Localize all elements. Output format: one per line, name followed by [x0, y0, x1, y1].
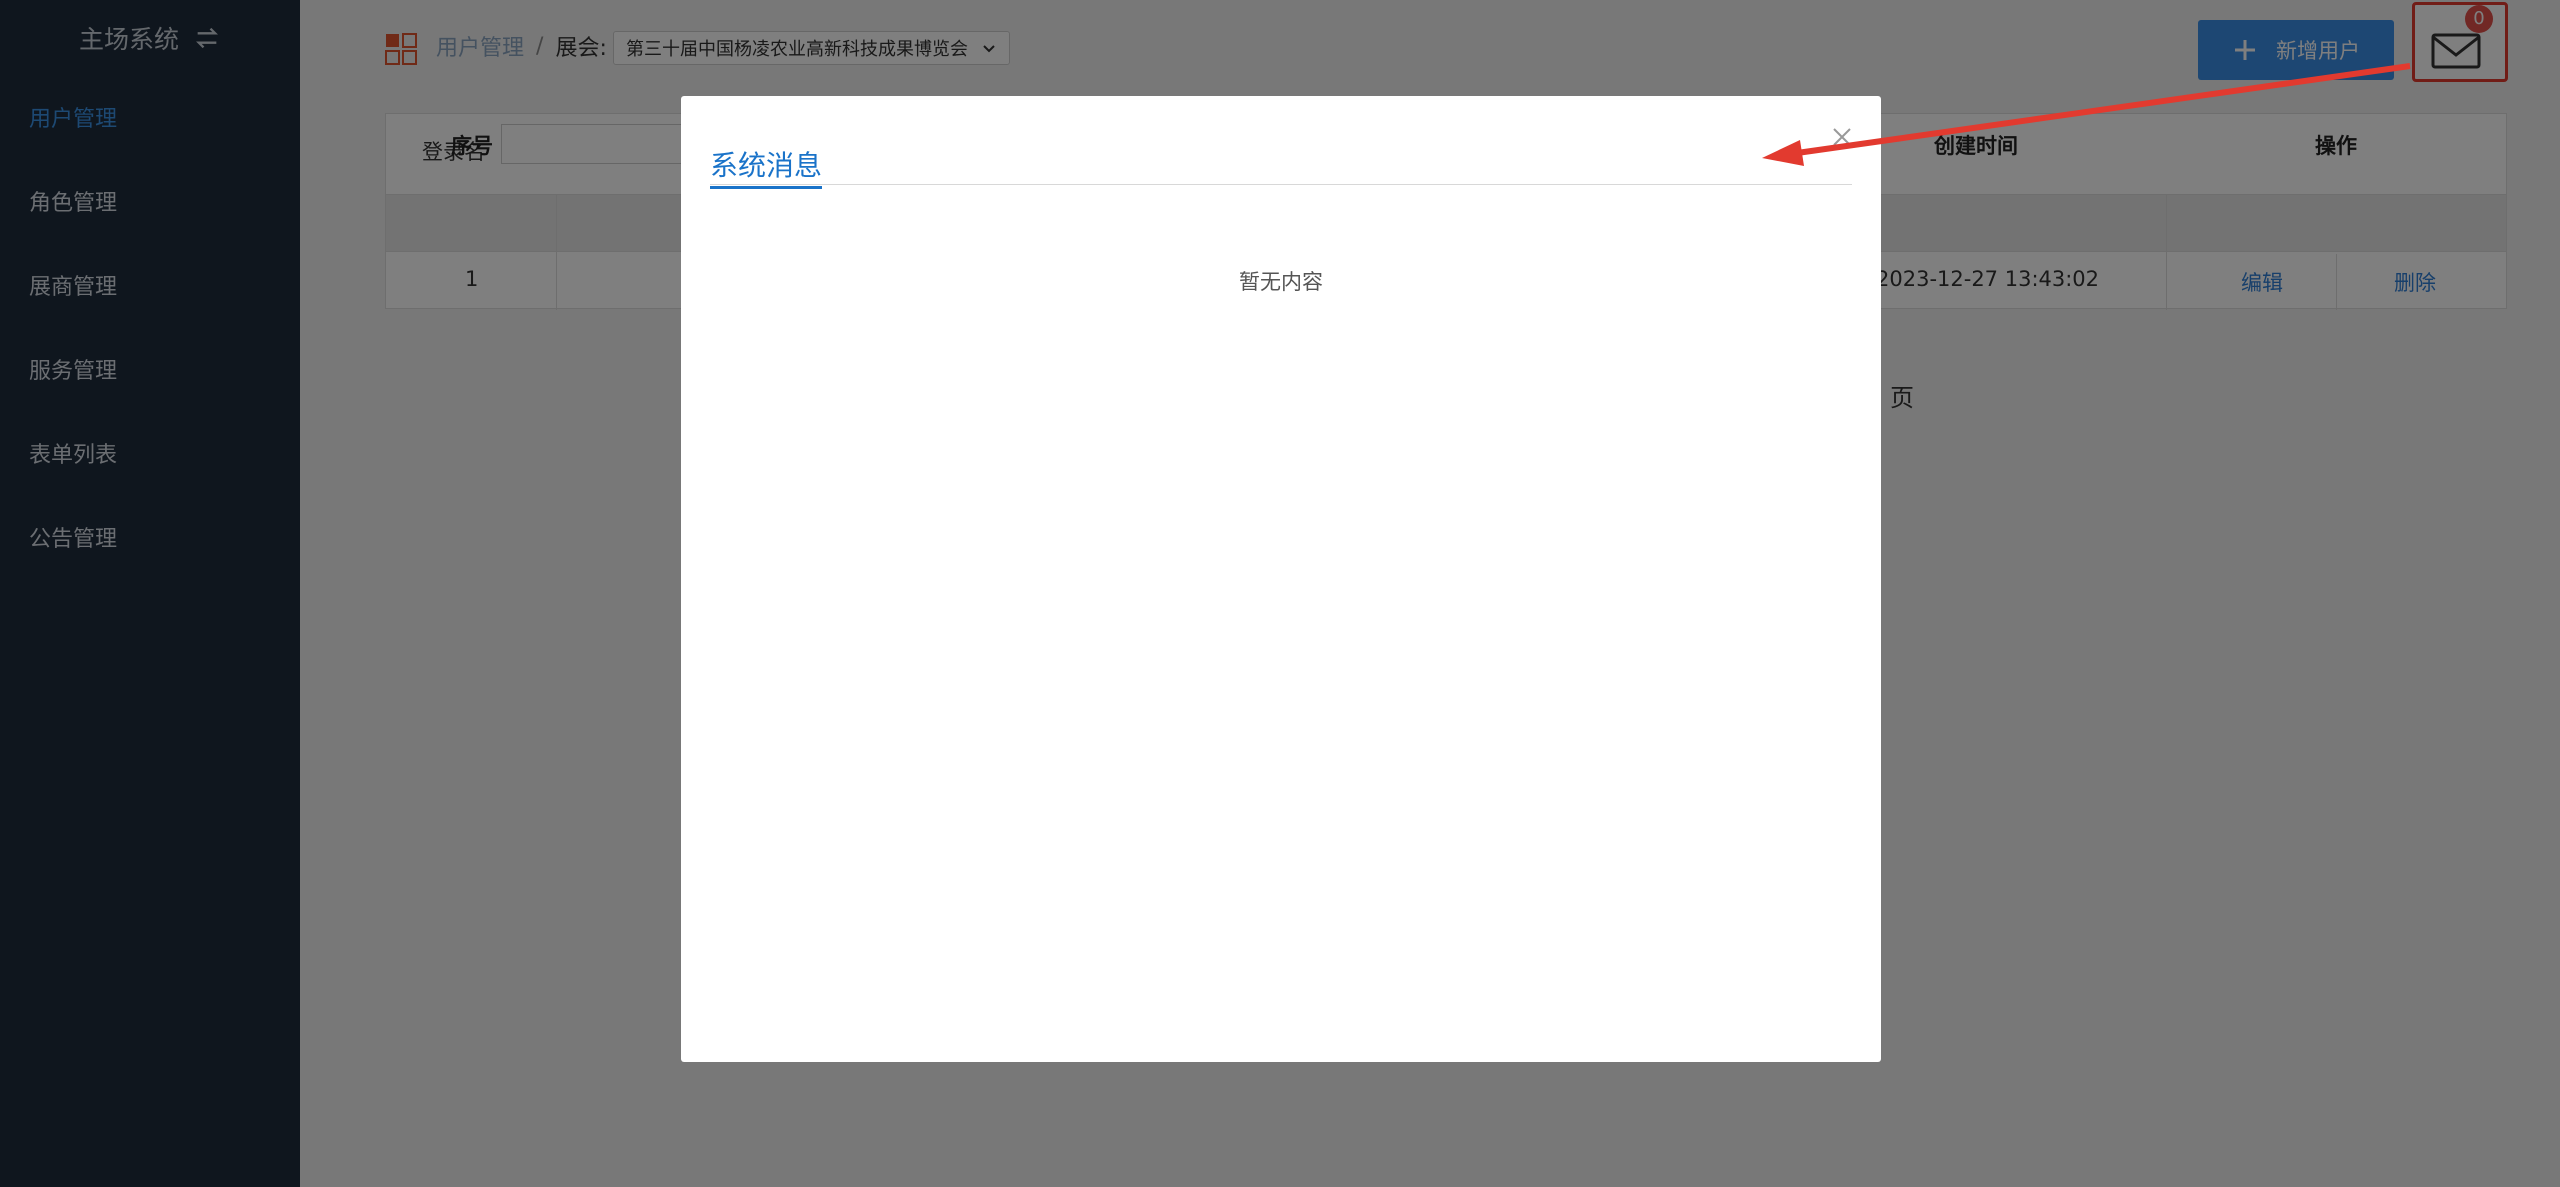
modal-divider [710, 184, 1852, 185]
modal-title[interactable]: 系统消息 [710, 144, 823, 189]
system-message-modal: 系统消息 暂无内容 [681, 96, 1881, 1062]
empty-message: 暂无内容 [1239, 270, 1323, 294]
close-icon[interactable] [1831, 126, 1853, 148]
